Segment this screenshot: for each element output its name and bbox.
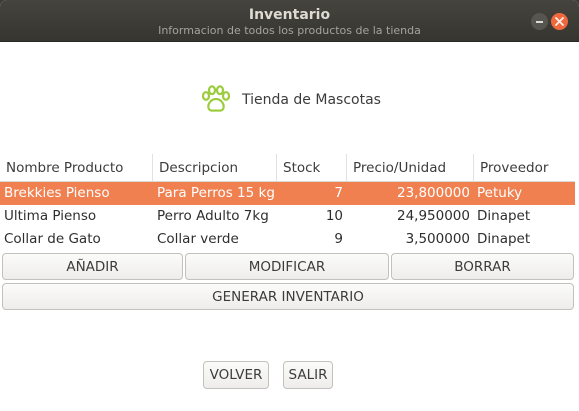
store-name: Tienda de Mascotas — [242, 92, 381, 108]
title-bar[interactable]: Inventario Informacion de todos los prod… — [0, 0, 579, 42]
table-header: Nombre Producto Descripcion Stock Precio… — [0, 154, 575, 182]
delete-button[interactable]: BORRAR — [391, 253, 574, 280]
cell-proveedor: Dinapet — [477, 208, 531, 224]
cell-nombre: Collar de Gato — [4, 231, 101, 247]
cell-descripcion: Collar verde — [157, 231, 239, 247]
minimize-button[interactable] — [531, 13, 548, 30]
cell-precio: 3,500000 — [405, 231, 470, 247]
cell-stock: 10 — [325, 208, 343, 224]
cell-precio: 24,950000 — [396, 208, 470, 224]
close-icon — [555, 17, 564, 26]
add-button[interactable]: AÑADIR — [2, 253, 183, 280]
paw-icon — [201, 85, 231, 112]
exit-button[interactable]: SALIR — [283, 361, 333, 389]
inventory-table: Nombre Producto Descripcion Stock Precio… — [0, 154, 575, 251]
cell-nombre: Brekkies Pienso — [4, 185, 110, 201]
main-content: Tienda de Mascotas Nombre Producto Descr… — [0, 43, 579, 411]
table-row[interactable]: Brekkies Pienso Para Perros 15 kg 7 23,8… — [0, 182, 575, 205]
modify-button[interactable]: MODIFICAR — [185, 253, 389, 280]
table-row[interactable]: Ultima Pienso Perro Adulto 7kg 10 24,950… — [0, 205, 575, 228]
column-header-proveedor[interactable]: Proveedor — [474, 154, 575, 181]
cell-nombre: Ultima Pienso — [4, 208, 97, 224]
store-header: Tienda de Mascotas — [200, 84, 381, 116]
cell-proveedor: Petuky — [477, 185, 523, 201]
window-title: Inventario — [248, 7, 331, 23]
generate-inventory-button[interactable]: GENERAR INVENTARIO — [2, 283, 574, 310]
column-header-precio[interactable]: Precio/Unidad — [347, 154, 474, 181]
window-subtitle: Informacion de todos los productos de la… — [158, 24, 421, 37]
app-window: Inventario Informacion de todos los prod… — [0, 0, 579, 411]
cell-descripcion: Para Perros 15 kg — [157, 185, 275, 201]
cell-precio: 23,800000 — [396, 185, 470, 201]
column-header-nombre[interactable]: Nombre Producto — [0, 154, 153, 181]
cell-stock: 7 — [334, 185, 343, 201]
column-header-descripcion[interactable]: Descripcion — [153, 154, 277, 181]
close-button[interactable] — [551, 13, 568, 30]
column-header-stock[interactable]: Stock — [277, 154, 347, 181]
minimize-icon — [536, 20, 543, 23]
cell-proveedor: Dinapet — [477, 231, 531, 247]
back-button[interactable]: VOLVER — [203, 361, 269, 389]
cell-descripcion: Perro Adulto 7kg — [157, 208, 269, 224]
cell-stock: 9 — [334, 231, 343, 247]
table-row[interactable]: Collar de Gato Collar verde 9 3,500000 D… — [0, 228, 575, 251]
